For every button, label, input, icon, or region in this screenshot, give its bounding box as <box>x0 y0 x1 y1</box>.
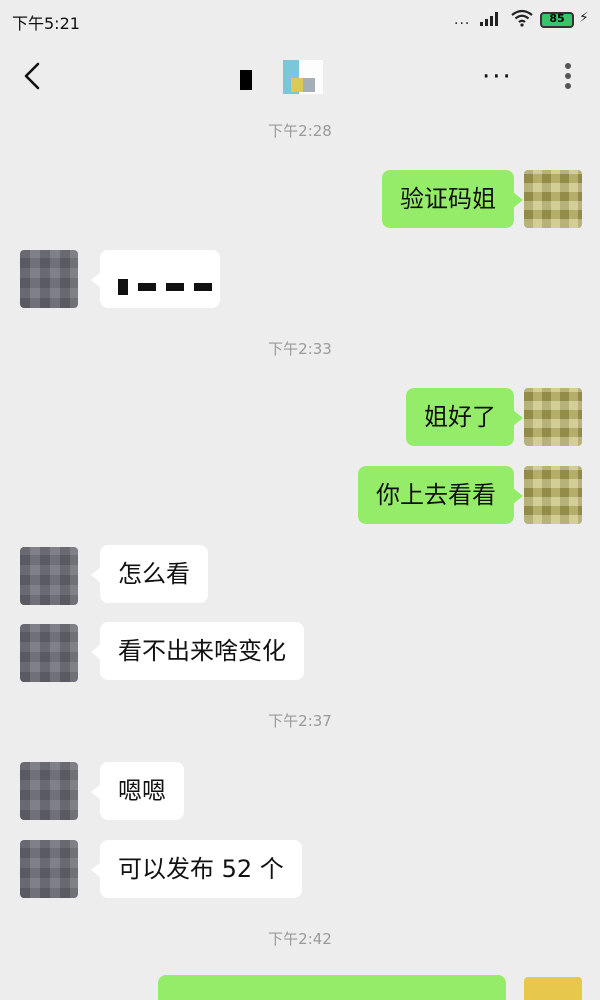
avatar-contact[interactable] <box>20 547 78 605</box>
wifi-icon <box>511 9 533 27</box>
status-time: 下午5:21 <box>12 14 80 33</box>
timestamp: 下午2:37 <box>268 712 332 730</box>
avatar-contact[interactable] <box>20 840 78 898</box>
redacted-mark <box>194 283 212 291</box>
message-text: 姐好了 <box>424 403 496 431</box>
contact-name-redacted <box>240 70 252 90</box>
avatar-contact[interactable] <box>20 762 78 820</box>
message-bubble-other[interactable]: 嗯嗯 <box>91 762 184 820</box>
message-row: 姐好了 <box>0 388 600 450</box>
timestamp: 下午2:42 <box>268 930 332 948</box>
timestamp: 下午2:33 <box>268 340 332 358</box>
redacted-mark <box>118 279 128 295</box>
redacted-mark <box>138 283 156 291</box>
message-row: 验证码姐 <box>0 170 600 232</box>
message-text: 可以发布 52 个 <box>118 855 284 883</box>
avatar-me[interactable] <box>524 170 582 228</box>
signal-icon <box>480 12 498 26</box>
message-row <box>0 250 600 312</box>
message-text: 验证码姐 <box>400 185 496 213</box>
message-row: 你上去看看 <box>0 466 600 528</box>
battery-icon: 85 <box>540 12 574 28</box>
message-bubble-other[interactable]: 看不出来啥变化 <box>91 622 304 680</box>
message-bubble-me[interactable]: 姐好了 <box>406 388 523 446</box>
message-row: 嗯嗯 <box>0 762 600 824</box>
avatar-me[interactable] <box>524 466 582 524</box>
message-row: 怎么看 <box>0 545 600 607</box>
avatar-me[interactable] <box>524 977 582 1000</box>
battery-level: 85 <box>549 12 565 25</box>
message-row: 看不出来啥变化 <box>0 622 600 684</box>
back-icon[interactable] <box>18 56 46 96</box>
message-text: 看不出来啥变化 <box>118 637 286 665</box>
charging-icon: ⚡ <box>579 10 589 26</box>
timestamp: 下午2:28 <box>268 122 332 140</box>
signal-dots: ... <box>454 12 471 28</box>
chat-header: ··· <box>0 44 600 108</box>
message-row-partial <box>0 975 600 1000</box>
message-text: 嗯嗯 <box>118 777 166 805</box>
avatar-contact[interactable] <box>20 624 78 682</box>
more-icon[interactable]: ··· <box>482 62 513 92</box>
redacted-mark <box>166 283 184 291</box>
message-text: 怎么看 <box>118 560 190 588</box>
avatar-contact[interactable] <box>20 250 78 308</box>
message-bubble-me[interactable]: 你上去看看 <box>358 466 523 524</box>
message-bubble-me[interactable]: 验证码姐 <box>382 170 523 228</box>
message-text: 你上去看看 <box>376 481 496 509</box>
status-bar: 下午5:21 ... 85 ⚡ <box>0 0 600 44</box>
message-bubble-me[interactable] <box>158 975 506 1000</box>
avatar-me[interactable] <box>524 388 582 446</box>
message-bubble-other[interactable]: 怎么看 <box>91 545 208 603</box>
message-bubble-other[interactable] <box>91 250 220 308</box>
message-row: 可以发布 52 个 <box>0 840 600 902</box>
contact-name-mosaic <box>283 60 323 94</box>
kebab-icon[interactable] <box>563 56 573 96</box>
message-bubble-other[interactable]: 可以发布 52 个 <box>91 840 302 898</box>
